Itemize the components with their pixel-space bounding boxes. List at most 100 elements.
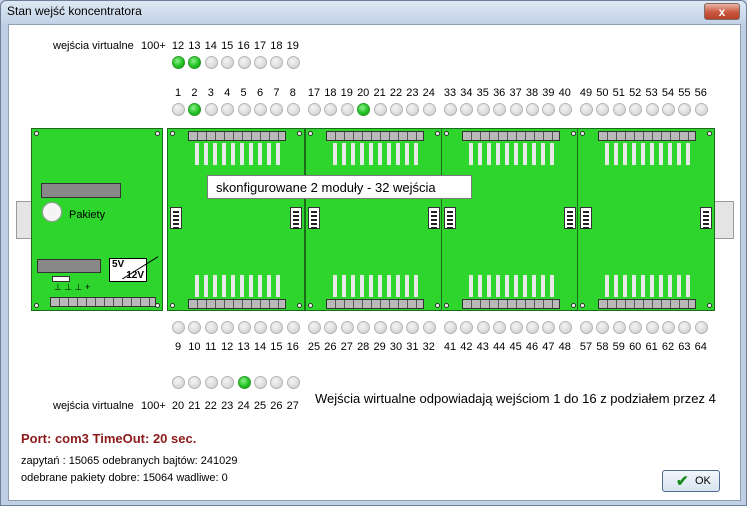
input-number: 32 xyxy=(422,341,435,353)
terminal-block-top xyxy=(326,131,424,141)
terminal-block-top xyxy=(188,131,286,141)
stats-line-1: zapytań : 15065 odebranych bajtów: 24102… xyxy=(21,455,238,467)
input-led xyxy=(204,56,218,69)
input-led xyxy=(172,321,185,334)
input-led xyxy=(645,103,659,116)
input-module xyxy=(305,128,443,311)
input-number: 27 xyxy=(286,400,299,412)
input-led xyxy=(308,321,321,334)
input-led xyxy=(254,56,267,69)
input-led xyxy=(662,321,675,334)
resistor-array-bottom xyxy=(330,275,422,297)
input-led xyxy=(221,103,235,116)
input-led xyxy=(493,103,507,116)
input-led xyxy=(406,103,420,116)
input-led xyxy=(204,376,218,389)
mount-hole xyxy=(435,131,440,136)
mount-hole xyxy=(435,303,440,308)
mount-hole xyxy=(580,303,585,308)
input-led xyxy=(172,103,185,116)
input-led xyxy=(526,321,539,334)
dialog-window: Stan wejść koncentratora x wejścia virtu… xyxy=(0,0,747,506)
input-led xyxy=(221,56,235,69)
input-led xyxy=(542,321,556,334)
input-led xyxy=(390,103,403,116)
input-led xyxy=(460,321,474,334)
configuration-status: skonfigurowane 2 moduły - 32 wejścia xyxy=(207,175,472,199)
input-led xyxy=(645,321,659,334)
input-led xyxy=(237,321,251,334)
mount-hole xyxy=(34,131,39,136)
mount-hole xyxy=(155,303,160,308)
input-led xyxy=(357,103,371,116)
title-bar[interactable]: Stan wejść koncentratora x xyxy=(1,1,746,23)
mount-hole xyxy=(571,131,576,136)
input-number: 24 xyxy=(422,87,435,99)
input-number: 56 xyxy=(694,87,707,99)
input-led xyxy=(237,56,251,69)
input-led xyxy=(612,321,626,334)
input-led xyxy=(270,103,284,116)
input-led xyxy=(612,103,626,116)
input-led xyxy=(204,321,218,334)
input-led xyxy=(254,376,267,389)
din-rail-left xyxy=(16,201,32,239)
input-led xyxy=(270,56,284,69)
din-rail-right xyxy=(712,201,734,239)
mount-hole xyxy=(580,131,585,136)
input-module xyxy=(167,128,305,311)
virtual-inputs-bottom-label: wejścia virtualne xyxy=(53,400,134,412)
bus-connector xyxy=(700,207,712,229)
input-led xyxy=(324,321,338,334)
virtual-inputs-bottom-prefix: 100+ xyxy=(141,400,166,412)
input-led xyxy=(596,321,610,334)
mount-hole xyxy=(297,131,302,136)
input-led xyxy=(188,321,202,334)
input-module xyxy=(441,128,579,311)
packets-led xyxy=(42,202,62,222)
input-led xyxy=(286,56,300,69)
input-led xyxy=(286,376,300,389)
bus-connector xyxy=(308,207,320,229)
input-led xyxy=(509,321,523,334)
window-title: Stan wejść koncentratora xyxy=(7,4,142,18)
input-led xyxy=(580,103,593,116)
mount-hole xyxy=(34,303,39,308)
input-led xyxy=(172,376,185,389)
mount-hole xyxy=(444,131,449,136)
terminal-block-bottom xyxy=(326,299,424,309)
virtual-inputs-top-label: wejścia virtualne xyxy=(53,40,134,52)
input-led xyxy=(286,103,300,116)
input-led xyxy=(422,103,436,116)
terminal-block-bottom xyxy=(462,299,560,309)
input-led xyxy=(390,321,403,334)
input-led xyxy=(678,321,692,334)
packets-label: Pakiety xyxy=(69,209,106,221)
mount-hole xyxy=(297,303,302,308)
mount-hole xyxy=(444,303,449,308)
mount-hole xyxy=(170,131,175,136)
input-led xyxy=(357,321,371,334)
resistor-array-top xyxy=(466,143,558,165)
input-led xyxy=(509,103,523,116)
main-module: Pakiety 5V 12V ⊥ ⊥ ⊥ + xyxy=(31,128,163,311)
close-icon: x xyxy=(718,5,726,19)
input-led xyxy=(340,103,354,116)
input-led xyxy=(558,321,572,334)
input-led xyxy=(237,103,251,116)
input-led xyxy=(444,103,457,116)
input-led xyxy=(270,376,284,389)
input-led xyxy=(324,103,338,116)
input-led xyxy=(662,103,675,116)
input-led xyxy=(629,321,643,334)
resistor-array-bottom xyxy=(602,275,694,297)
terminal-block-bottom xyxy=(598,299,696,309)
bus-connector xyxy=(580,207,592,229)
input-number: 64 xyxy=(694,341,707,353)
close-button[interactable]: x xyxy=(704,3,740,20)
terminal-block-top xyxy=(462,131,560,141)
resistor-array-top xyxy=(330,143,422,165)
input-led xyxy=(526,103,539,116)
input-number: 48 xyxy=(558,341,571,353)
ok-button[interactable]: ✔ OK xyxy=(662,470,720,492)
